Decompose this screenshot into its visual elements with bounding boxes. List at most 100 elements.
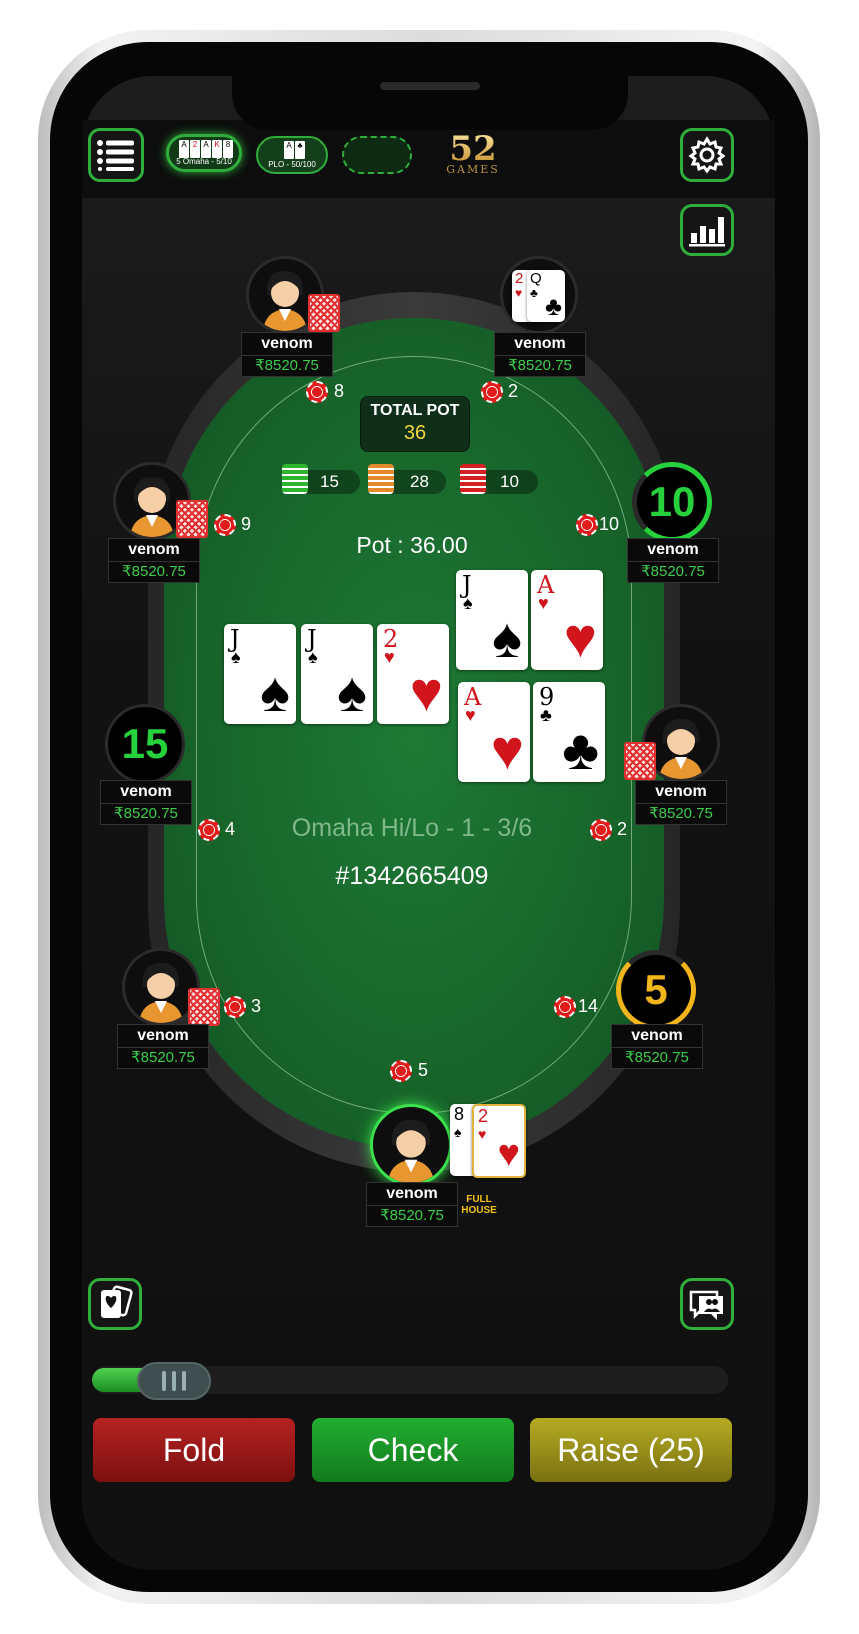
player-balance: ₹8520.75 [366,1206,458,1227]
chip-stack-icon [460,464,486,494]
hero-avatar[interactable] [370,1104,452,1186]
speaker-grille [380,82,480,90]
player-balance: ₹8520.75 [494,356,586,377]
chat-button[interactable] [680,1278,734,1330]
raise-button[interactable]: Raise (25) [530,1418,732,1482]
bet-chip-icon [306,381,328,403]
card-suit-large: ♠ [260,660,290,723]
chip-stack-icon [282,464,308,494]
bet-chip-icon [481,381,503,403]
chip-stack-icon [368,464,394,494]
card-rank: 2 [515,270,524,287]
hole-card: Q ♣ ♣ [527,270,565,322]
card-suit: ♣ [530,286,538,300]
bet-chip-icon [214,514,236,536]
tab-omaha-label: 5 Omaha - 5/10 [176,157,232,166]
player-bet: 2 [617,819,628,839]
brand-logo: 52 GAMES [438,132,508,176]
player-balance: ₹8520.75 [241,356,333,377]
empty-table-slot[interactable] [342,136,412,174]
turn-timer: 5 [616,950,696,1030]
bet-chip-icon [576,514,598,536]
pot-text: Pot : 36.00 [356,532,468,558]
player-balance: ₹8520.75 [611,1048,703,1069]
card-rank: Q [530,270,542,287]
stats-button[interactable] [680,204,734,256]
hand-id: #1342665409 [335,862,489,890]
phone-notch [232,74,628,130]
fold-button[interactable]: Fold [93,1418,295,1482]
player-nameplate: venom ₹8520.75 [108,538,200,583]
cards-icon [101,1285,133,1318]
card-suit: ♥ [384,647,395,667]
table-tab-plo[interactable]: A ♣ PLO - 50/100 [256,136,328,174]
community-card: J ♠ ♠ [224,624,296,724]
turn-timer-value: 15 [121,720,169,767]
player-nameplate: venom ₹8520.75 [627,538,719,583]
player-nameplate: venom ₹8520.75 [117,1024,209,1069]
tab-cards-icon: A 2 A K 8 [179,140,233,158]
community-card: 2 ♥ ♥ [377,624,449,724]
card-suit-large: ♣ [544,291,562,321]
community-card: J ♠ ♠ [456,570,528,670]
settings-button[interactable] [680,128,734,182]
turn-timer-value: 5 [644,966,668,1013]
player-name: venom [627,538,719,562]
bet-chip-icon [590,819,612,841]
player-balance: ₹8520.75 [117,1048,209,1069]
player-balance: ₹8520.75 [108,562,200,583]
card-suit: ♥ [538,593,549,613]
card-suit-large: ♥ [490,718,524,781]
player-bet: 8 [334,381,345,401]
player-balance: ₹8520.75 [635,804,727,825]
player-balance: ₹8520.75 [627,562,719,583]
community-card: A ♥ ♥ [458,682,530,782]
side-pot-1-value: 15 [320,472,339,491]
card-suit-large: ♥ [409,660,443,723]
side-pot-3-value: 10 [500,472,519,491]
table-tab-omaha[interactable]: A 2 A K 8 5 Omaha - 5/10 [166,134,242,172]
player-nameplate: venom ₹8520.75 [611,1024,703,1069]
check-button[interactable]: Check [312,1418,514,1482]
total-pot-value: 36 [403,422,427,444]
hand-strength-label: FULL HOUSE [461,1194,497,1216]
player-name: venom [241,332,333,356]
card-suit-large: ♠ [337,660,367,723]
grip-line [182,1371,186,1391]
tab-plo-label: PLO - 50/100 [268,160,316,169]
bet-chip-icon [198,819,220,841]
grip-line [162,1371,166,1391]
logo-number: 52 [438,132,508,166]
card-rank: 2 [478,1106,489,1126]
hero-nameplate: venom ₹8520.75 [366,1182,458,1227]
total-pot-label: TOTAL POT [370,402,460,419]
hole-cards-back [188,988,220,1026]
player-bet: 10 [599,514,620,534]
hero-hole-card: 2 ♥ ♥ [472,1104,526,1178]
total-pot-box: TOTAL POT 36 [360,396,470,452]
bet-chip-icon [390,1060,412,1082]
player-bet: 14 [578,996,599,1016]
player-bet: 3 [251,996,262,1016]
card-suit-large: ♠ [492,606,522,669]
card-suit: ♠ [308,647,318,667]
hole-cards-back [308,294,340,332]
hole-cards-back [176,500,208,538]
avatar-woman-icon [387,1119,435,1183]
hand-rankings-button[interactable] [88,1278,142,1330]
player-bet: 9 [241,514,252,534]
grip-line [172,1371,176,1391]
player-name: venom [635,780,727,804]
menu-button[interactable] [88,128,144,182]
player-name: venom [117,1024,209,1048]
raise-slider-thumb[interactable] [137,1362,211,1400]
card-suit: ♥ [515,286,523,300]
player-nameplate: venom ₹8520.75 [241,332,333,377]
player-name: venom [366,1182,458,1206]
player-nameplate: venom ₹8520.75 [494,332,586,377]
turn-timer: 10 [632,462,712,542]
chat-icon [689,1290,723,1320]
player-bet: 4 [225,819,236,839]
card-suit: ♥ [478,1126,487,1142]
player-nameplate: venom ₹8520.75 [635,780,727,825]
